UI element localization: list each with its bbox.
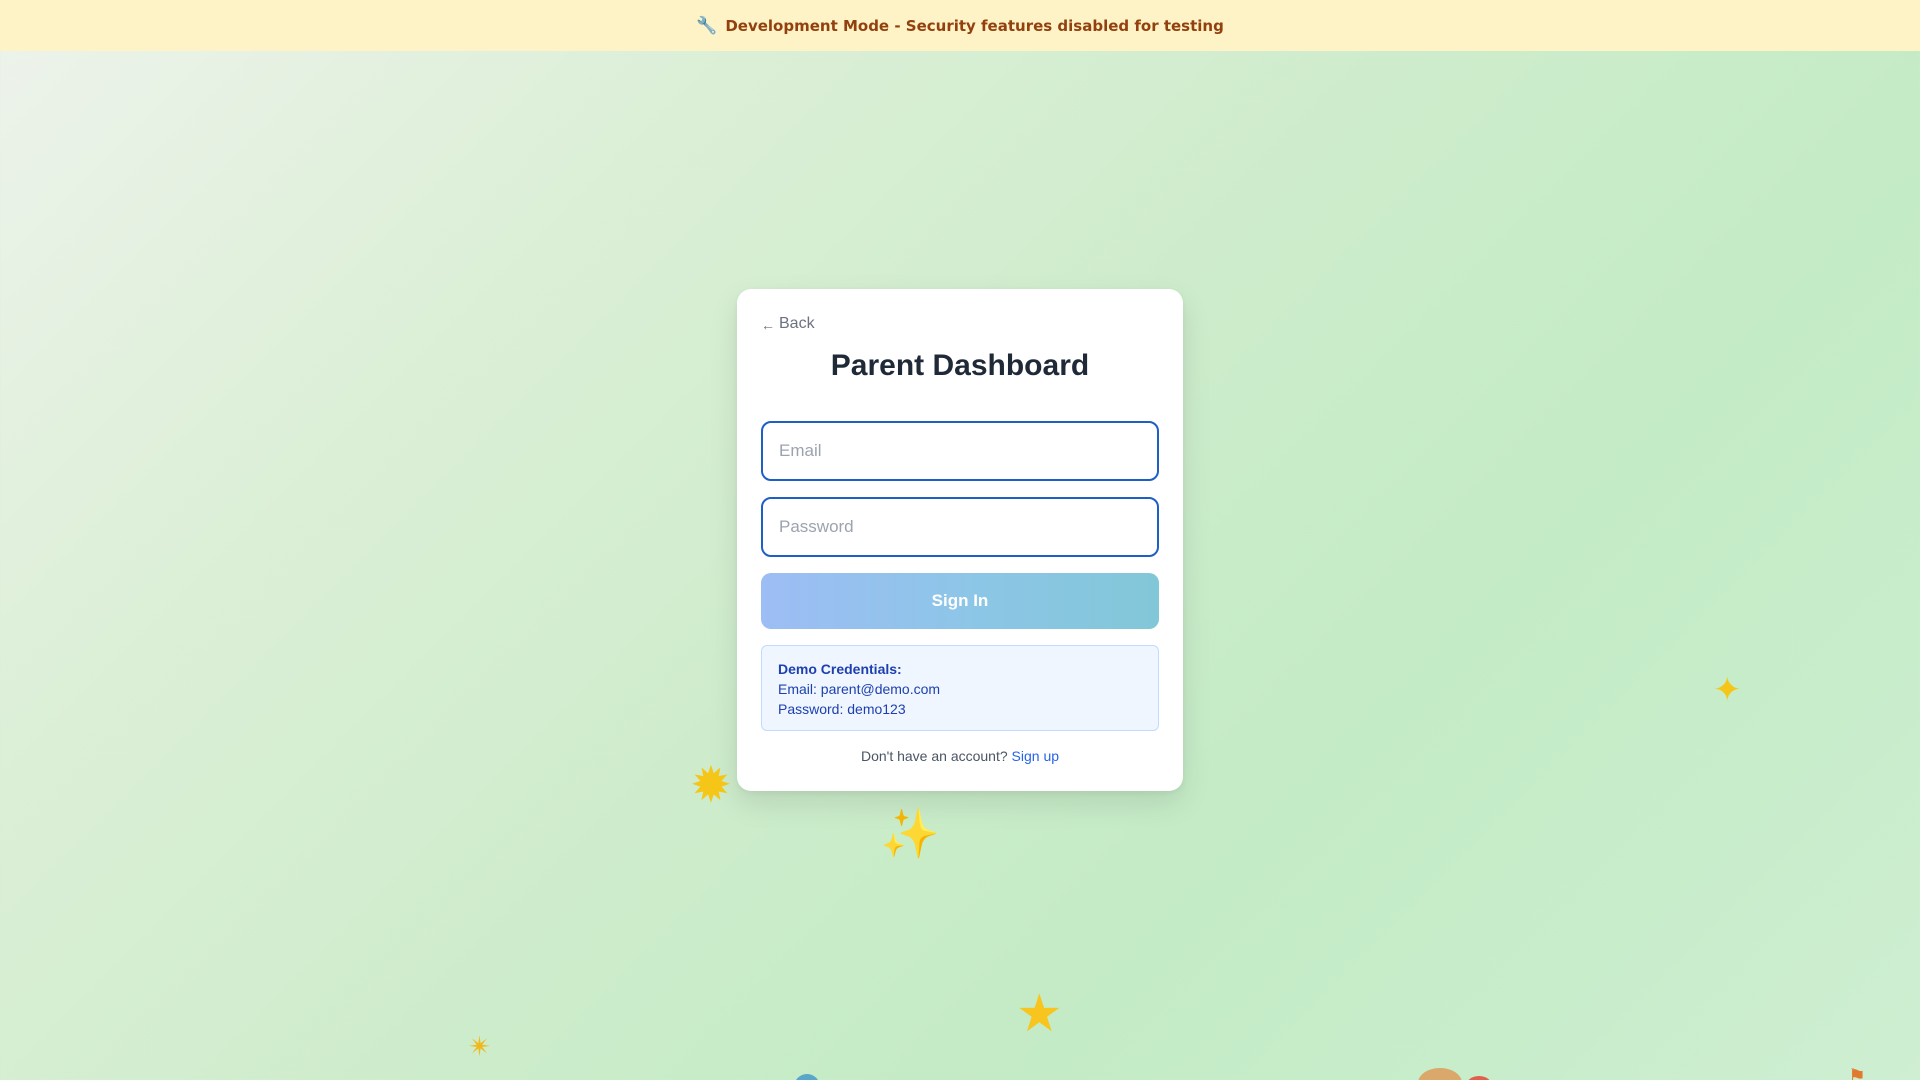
sparkles-icon: ✨ [880,806,940,862]
wrench-icon: 🔧 [696,15,718,36]
signup-prompt: Don't have an account? [860,748,1008,764]
demo-password: Password: demo123 [778,701,906,717]
glowing-star-icon: ✹ [690,756,732,814]
page-title: Parent Dashboard [830,349,1090,382]
sparkle-icon: ✦ [1713,670,1742,710]
signup-row: Don't have an account? Sign up [737,748,1183,764]
back-button[interactable]: ← Back [761,315,815,333]
balloon-icon [1466,1076,1492,1080]
dizzy-icon: ✴ [468,1030,492,1063]
demo-email: Email: parent@demo.com [778,681,941,697]
flag-icon: ⚑ [1848,1064,1866,1080]
password-field[interactable] [761,497,1159,557]
login-card: ← Back Parent Dashboard Sign In Demo Cre… [737,289,1183,791]
email-field[interactable] [761,421,1159,481]
demo-credentials-box: Demo Credentials: Email: parent@demo.com… [761,645,1159,731]
star-icon: ★ [1016,984,1063,1044]
dev-mode-banner-text: Development Mode - Security features dis… [725,16,1224,35]
globe-icon [794,1074,820,1080]
arrow-left-icon: ← [761,317,775,333]
back-label: Back [779,315,815,332]
demo-credentials-title: Demo Credentials: [778,661,902,677]
sign-in-button[interactable]: Sign In [761,573,1159,629]
palette-icon [1418,1068,1462,1080]
signup-link[interactable]: Sign up [1012,748,1059,764]
dev-mode-banner: 🔧 Development Mode - Security features d… [0,0,1920,51]
